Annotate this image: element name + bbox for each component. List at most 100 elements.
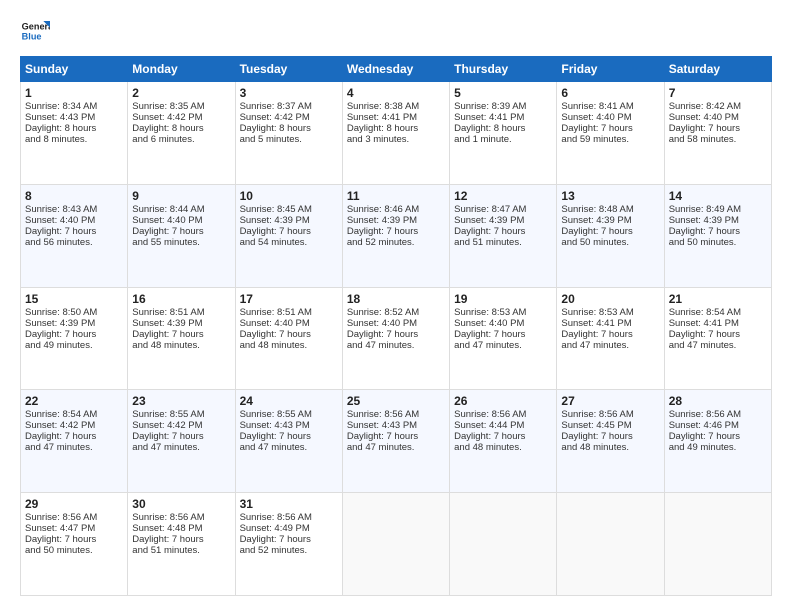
day-info-line: Sunrise: 8:43 AM — [25, 204, 123, 215]
day-info-line: Sunrise: 8:54 AM — [669, 307, 767, 318]
day-info-line: Daylight: 7 hours — [454, 329, 552, 340]
day-info-line: Sunset: 4:42 PM — [25, 420, 123, 431]
day-info-line: Sunset: 4:40 PM — [454, 318, 552, 329]
calendar-cell: 20Sunrise: 8:53 AMSunset: 4:41 PMDayligh… — [557, 287, 664, 390]
calendar-cell: 17Sunrise: 8:51 AMSunset: 4:40 PMDayligh… — [235, 287, 342, 390]
day-info-line: Sunrise: 8:48 AM — [561, 204, 659, 215]
calendar-cell: 1Sunrise: 8:34 AMSunset: 4:43 PMDaylight… — [21, 82, 128, 185]
day-info-line: Daylight: 7 hours — [561, 226, 659, 237]
day-number: 17 — [240, 292, 338, 306]
day-number: 30 — [132, 497, 230, 511]
day-info-line: Daylight: 8 hours — [240, 123, 338, 134]
day-info-line: and 3 minutes. — [347, 134, 445, 145]
day-info-line: and 50 minutes. — [561, 237, 659, 248]
day-info-line: Daylight: 7 hours — [25, 534, 123, 545]
day-info-line: Sunrise: 8:56 AM — [561, 409, 659, 420]
day-info-line: Daylight: 8 hours — [25, 123, 123, 134]
day-info-line: Sunrise: 8:38 AM — [347, 101, 445, 112]
day-number: 19 — [454, 292, 552, 306]
day-info-line: Daylight: 7 hours — [25, 329, 123, 340]
logo: General Blue — [20, 16, 50, 46]
day-info-line: Daylight: 7 hours — [240, 431, 338, 442]
day-info-line: Sunset: 4:39 PM — [240, 215, 338, 226]
day-info-line: Daylight: 7 hours — [132, 431, 230, 442]
day-number: 5 — [454, 86, 552, 100]
calendar-cell: 24Sunrise: 8:55 AMSunset: 4:43 PMDayligh… — [235, 390, 342, 493]
weekday-header-monday: Monday — [128, 57, 235, 82]
day-info-line: Daylight: 7 hours — [25, 226, 123, 237]
day-number: 14 — [669, 189, 767, 203]
day-info-line: Sunset: 4:40 PM — [347, 318, 445, 329]
calendar-cell: 15Sunrise: 8:50 AMSunset: 4:39 PMDayligh… — [21, 287, 128, 390]
calendar-table: SundayMondayTuesdayWednesdayThursdayFrid… — [20, 56, 772, 596]
day-number: 11 — [347, 189, 445, 203]
day-info-line: Daylight: 7 hours — [347, 226, 445, 237]
day-number: 3 — [240, 86, 338, 100]
day-info-line: Daylight: 7 hours — [132, 329, 230, 340]
day-number: 15 — [25, 292, 123, 306]
day-info-line: Sunrise: 8:55 AM — [132, 409, 230, 420]
day-number: 26 — [454, 394, 552, 408]
day-info-line: Sunset: 4:39 PM — [132, 318, 230, 329]
day-info-line: Sunrise: 8:50 AM — [25, 307, 123, 318]
day-info-line: Daylight: 7 hours — [669, 123, 767, 134]
day-number: 25 — [347, 394, 445, 408]
day-info-line: and 58 minutes. — [669, 134, 767, 145]
day-number: 2 — [132, 86, 230, 100]
day-info-line: Sunrise: 8:56 AM — [25, 512, 123, 523]
calendar-cell: 4Sunrise: 8:38 AMSunset: 4:41 PMDaylight… — [342, 82, 449, 185]
day-info-line: Sunset: 4:39 PM — [347, 215, 445, 226]
day-info-line: and 52 minutes. — [347, 237, 445, 248]
weekday-header-tuesday: Tuesday — [235, 57, 342, 82]
day-info-line: Sunrise: 8:56 AM — [669, 409, 767, 420]
day-info-line: Daylight: 8 hours — [347, 123, 445, 134]
day-info-line: Sunrise: 8:34 AM — [25, 101, 123, 112]
calendar-cell: 22Sunrise: 8:54 AMSunset: 4:42 PMDayligh… — [21, 390, 128, 493]
day-info-line: Daylight: 8 hours — [132, 123, 230, 134]
calendar-cell: 31Sunrise: 8:56 AMSunset: 4:49 PMDayligh… — [235, 493, 342, 596]
weekday-header-thursday: Thursday — [450, 57, 557, 82]
day-info-line: Sunset: 4:48 PM — [132, 523, 230, 534]
day-number: 16 — [132, 292, 230, 306]
day-info-line: and 48 minutes. — [454, 442, 552, 453]
calendar-cell: 10Sunrise: 8:45 AMSunset: 4:39 PMDayligh… — [235, 184, 342, 287]
day-info-line: Daylight: 7 hours — [347, 431, 445, 442]
calendar-cell: 16Sunrise: 8:51 AMSunset: 4:39 PMDayligh… — [128, 287, 235, 390]
day-info-line: and 50 minutes. — [25, 545, 123, 556]
day-number: 21 — [669, 292, 767, 306]
day-info-line: Sunrise: 8:55 AM — [240, 409, 338, 420]
calendar-cell — [450, 493, 557, 596]
calendar-cell: 26Sunrise: 8:56 AMSunset: 4:44 PMDayligh… — [450, 390, 557, 493]
calendar-cell: 9Sunrise: 8:44 AMSunset: 4:40 PMDaylight… — [128, 184, 235, 287]
day-info-line: Sunrise: 8:56 AM — [347, 409, 445, 420]
day-info-line: and 49 minutes. — [669, 442, 767, 453]
calendar-week-4: 22Sunrise: 8:54 AMSunset: 4:42 PMDayligh… — [21, 390, 772, 493]
page: General Blue SundayMondayTuesdayWednesda… — [0, 0, 792, 612]
calendar-cell: 6Sunrise: 8:41 AMSunset: 4:40 PMDaylight… — [557, 82, 664, 185]
day-info-line: Sunrise: 8:56 AM — [132, 512, 230, 523]
calendar-header-row: SundayMondayTuesdayWednesdayThursdayFrid… — [21, 57, 772, 82]
day-info-line: and 52 minutes. — [240, 545, 338, 556]
day-info-line: and 48 minutes. — [240, 340, 338, 351]
day-info-line: Sunset: 4:43 PM — [25, 112, 123, 123]
day-info-line: and 47 minutes. — [132, 442, 230, 453]
day-info-line: Sunset: 4:43 PM — [347, 420, 445, 431]
calendar-cell: 14Sunrise: 8:49 AMSunset: 4:39 PMDayligh… — [664, 184, 771, 287]
calendar-cell: 11Sunrise: 8:46 AMSunset: 4:39 PMDayligh… — [342, 184, 449, 287]
calendar-cell: 30Sunrise: 8:56 AMSunset: 4:48 PMDayligh… — [128, 493, 235, 596]
day-info-line: Daylight: 7 hours — [454, 226, 552, 237]
weekday-header-wednesday: Wednesday — [342, 57, 449, 82]
day-info-line: Daylight: 7 hours — [454, 431, 552, 442]
header: General Blue — [20, 16, 772, 46]
day-info-line: Daylight: 8 hours — [454, 123, 552, 134]
day-info-line: and 5 minutes. — [240, 134, 338, 145]
day-number: 18 — [347, 292, 445, 306]
day-info-line: Sunrise: 8:42 AM — [669, 101, 767, 112]
day-number: 6 — [561, 86, 659, 100]
day-info-line: Daylight: 7 hours — [669, 431, 767, 442]
day-info-line: and 1 minute. — [454, 134, 552, 145]
day-info-line: Daylight: 7 hours — [347, 329, 445, 340]
day-info-line: Sunrise: 8:46 AM — [347, 204, 445, 215]
day-number: 7 — [669, 86, 767, 100]
day-info-line: Sunrise: 8:49 AM — [669, 204, 767, 215]
